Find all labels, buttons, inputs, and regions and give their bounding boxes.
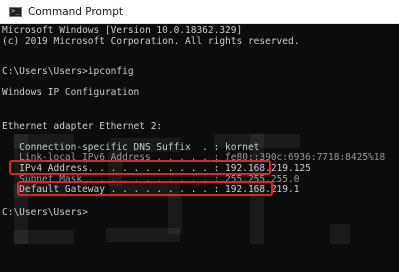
version-line: Microsoft Windows [Version 10.0.18362.32… xyxy=(2,25,243,36)
ip-config-header: Windows IP Configuration xyxy=(2,87,140,98)
title-bar[interactable]: >_ Command Prompt xyxy=(0,0,399,24)
cmd-icon: >_ xyxy=(9,7,22,17)
vertical-scrollbar[interactable] xyxy=(394,24,399,272)
window-title: Command Prompt xyxy=(28,6,123,18)
console-output[interactable]: Microsoft Windows [Version 10.0.18362.32… xyxy=(0,24,399,272)
gateway-highlight-box xyxy=(17,181,273,196)
current-prompt: C:\Users\Users> xyxy=(2,207,88,218)
ipconfig-prompt: C:\Users\Users>ipconfig xyxy=(2,66,134,77)
copyright-line: (c) 2019 Microsoft Corporation. All righ… xyxy=(2,36,300,47)
adapter-header: Ethernet adapter Ethernet 2: xyxy=(2,121,163,132)
ipv4-highlight-box xyxy=(9,160,271,175)
command-prompt-window: >_ Command Prompt Microsoft Windows [Ver… xyxy=(0,0,399,272)
